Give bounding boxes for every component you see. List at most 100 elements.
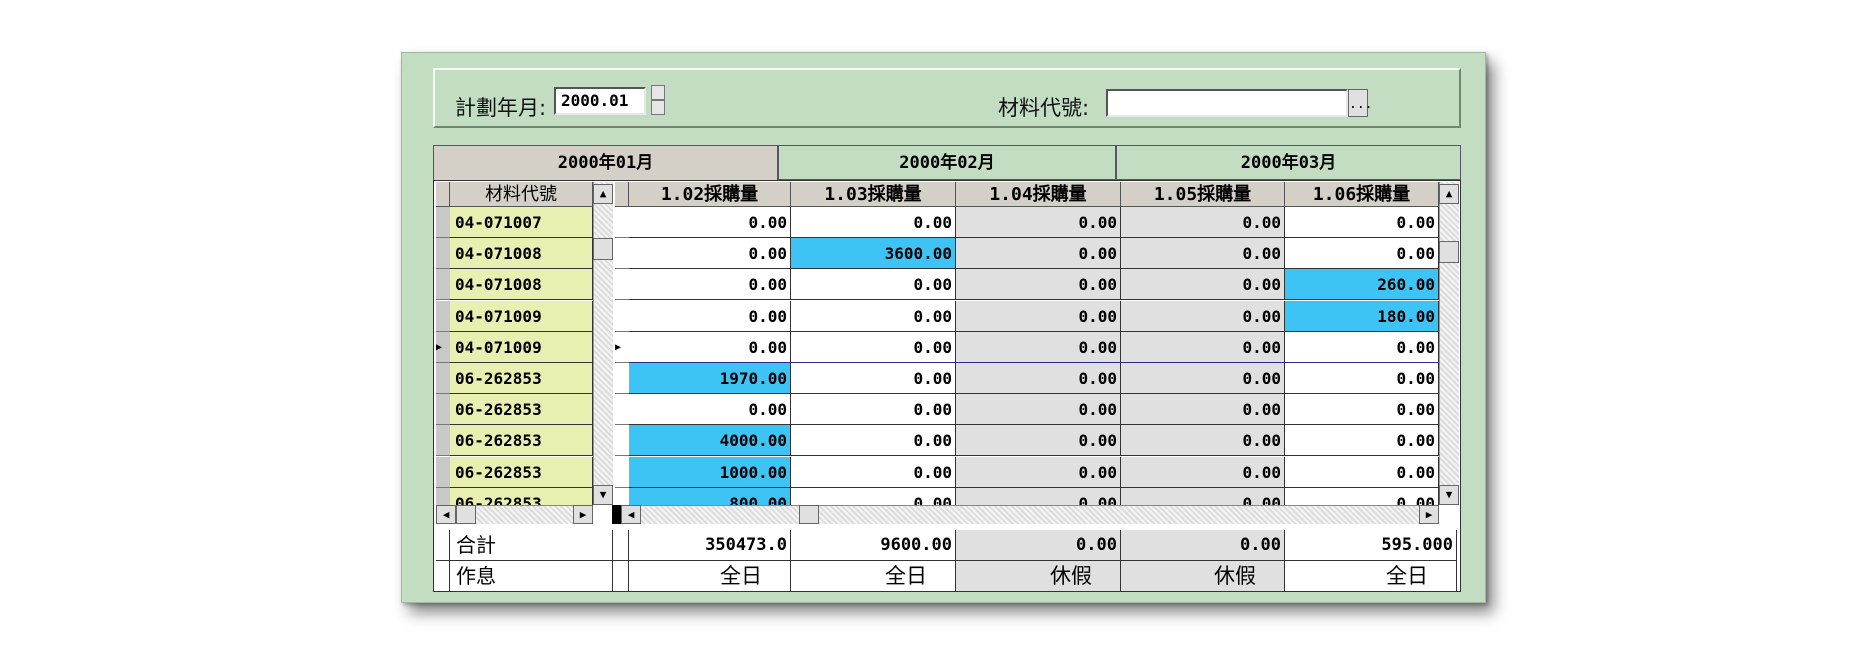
quantity-cell[interactable]: 0.00: [956, 457, 1121, 488]
right-horizontal-scrollbar[interactable]: [621, 505, 1439, 524]
totals-cell: 9600.00: [791, 530, 956, 561]
row-indicator[interactable]: [615, 301, 629, 332]
status-cell: 全日: [629, 561, 791, 592]
quantity-cell[interactable]: 0.00: [791, 425, 956, 456]
quantity-cell[interactable]: 0.00: [1285, 488, 1439, 505]
quantity-cell[interactable]: 0.00: [791, 269, 956, 300]
quantity-cell[interactable]: 0.00: [1285, 332, 1439, 363]
row-indicator[interactable]: [436, 363, 450, 394]
quantity-cell[interactable]: 0.00: [1285, 457, 1439, 488]
quantity-cell[interactable]: 0.00: [956, 301, 1121, 332]
totals-label: 合計: [450, 530, 613, 561]
footer-gap: [613, 561, 629, 592]
quantity-cell[interactable]: 0.00: [791, 207, 956, 238]
material-code-cell[interactable]: 06-262853: [450, 425, 593, 456]
quantity-cell[interactable]: 0.00: [791, 301, 956, 332]
quantity-cell[interactable]: 3600.00: [791, 238, 956, 269]
quantity-cell[interactable]: 0.00: [956, 207, 1121, 238]
status-label: 作息: [450, 561, 613, 592]
quantity-cell[interactable]: 0.00: [1285, 207, 1439, 238]
quantity-cell[interactable]: 0.00: [1121, 238, 1285, 269]
material-code-cell[interactable]: 04-071008: [450, 238, 593, 269]
row-indicator[interactable]: [615, 425, 629, 456]
quantity-cell[interactable]: 180.00: [1285, 301, 1439, 332]
row-indicator[interactable]: [436, 301, 450, 332]
scroll-right-icon[interactable]: ▶: [573, 505, 593, 524]
scroll-thumb[interactable]: [456, 505, 476, 524]
quantity-cell[interactable]: 0.00: [1121, 332, 1285, 363]
quantity-cell[interactable]: 260.00: [1285, 269, 1439, 300]
quantity-cell[interactable]: 0.00: [629, 269, 791, 300]
scroll-thumb[interactable]: [799, 505, 819, 524]
row-indicator[interactable]: [615, 269, 629, 300]
row-indicator[interactable]: [615, 394, 629, 425]
quantity-cell[interactable]: 0.00: [1121, 301, 1285, 332]
quantity-cell[interactable]: 0.00: [791, 332, 956, 363]
row-indicator[interactable]: [436, 425, 450, 456]
quantity-cell[interactable]: 0.00: [956, 269, 1121, 300]
material-code-cell[interactable]: 06-262853: [450, 488, 593, 505]
quantity-cell[interactable]: 0.00: [956, 332, 1121, 363]
row-indicator[interactable]: [436, 488, 450, 505]
row-indicator[interactable]: ▶: [615, 332, 629, 363]
quantity-cell[interactable]: 0.00: [1285, 394, 1439, 425]
row-indicator[interactable]: [615, 238, 629, 269]
footer-gutter: [436, 530, 450, 561]
quantity-cell[interactable]: 1970.00: [629, 363, 791, 394]
row-indicator[interactable]: [615, 488, 629, 505]
quantity-cell[interactable]: 0.00: [629, 207, 791, 238]
row-indicator[interactable]: [436, 394, 450, 425]
quantity-cell[interactable]: 0.00: [1121, 457, 1285, 488]
quantity-cell[interactable]: 0.00: [1285, 425, 1439, 456]
quantity-cell[interactable]: 0.00: [791, 394, 956, 425]
quantity-cell[interactable]: 0.00: [629, 332, 791, 363]
quantity-cell[interactable]: 0.00: [629, 301, 791, 332]
totals-cell: 0.00: [956, 530, 1121, 561]
quantity-cell[interactable]: 0.00: [956, 363, 1121, 394]
quantity-cell[interactable]: 0.00: [956, 488, 1121, 505]
material-code-cell[interactable]: 06-262853: [450, 457, 593, 488]
material-code-cell[interactable]: 06-262853: [450, 394, 593, 425]
quantity-cell[interactable]: 0.00: [1285, 238, 1439, 269]
quantity-cell[interactable]: 0.00: [791, 457, 956, 488]
row-indicator[interactable]: [615, 457, 629, 488]
quantity-cell[interactable]: 0.00: [956, 425, 1121, 456]
row-indicator[interactable]: [615, 363, 629, 394]
quantity-cell[interactable]: 0.00: [791, 488, 956, 505]
quantity-cell[interactable]: 0.00: [629, 394, 791, 425]
grid-rows: 04-071007 0.00 0.00 0.00 0.00 0.00 04-071008 0.…: [0, 0, 1850, 505]
quantity-cell[interactable]: 4000.00: [629, 425, 791, 456]
quantity-cell[interactable]: 0.00: [956, 238, 1121, 269]
material-code-cell[interactable]: 04-071009: [450, 301, 593, 332]
quantity-cell[interactable]: 0.00: [791, 363, 956, 394]
row-indicator[interactable]: [615, 207, 629, 238]
quantity-cell[interactable]: 0.00: [1121, 269, 1285, 300]
quantity-cell[interactable]: 0.00: [1121, 207, 1285, 238]
splitter-handle[interactable]: [612, 505, 621, 524]
scroll-left-icon[interactable]: ◀: [621, 505, 641, 524]
quantity-cell[interactable]: 0.00: [956, 394, 1121, 425]
quantity-cell[interactable]: 1000.00: [629, 457, 791, 488]
footer-gutter: [436, 561, 450, 592]
row-indicator[interactable]: [436, 238, 450, 269]
row-indicator[interactable]: ▶: [436, 332, 450, 363]
quantity-cell[interactable]: 0.00: [629, 238, 791, 269]
scroll-left-icon[interactable]: ◀: [436, 505, 456, 524]
quantity-cell[interactable]: 0.00: [1285, 363, 1439, 394]
row-indicator[interactable]: [436, 269, 450, 300]
quantity-cell[interactable]: 800.00: [629, 488, 791, 505]
footer-gap: [613, 530, 629, 561]
totals-cell: 0.00: [1121, 530, 1285, 561]
quantity-cell[interactable]: 0.00: [1121, 488, 1285, 505]
row-indicator[interactable]: [436, 457, 450, 488]
scroll-right-icon[interactable]: ▶: [1419, 505, 1439, 524]
material-code-cell[interactable]: 04-071007: [450, 207, 593, 238]
material-code-cell[interactable]: 06-262853: [450, 363, 593, 394]
quantity-cell[interactable]: 0.00: [1121, 425, 1285, 456]
row-indicator[interactable]: [436, 207, 450, 238]
status-cell: 休假: [1121, 561, 1285, 592]
quantity-cell[interactable]: 0.00: [1121, 394, 1285, 425]
quantity-cell[interactable]: 0.00: [1121, 363, 1285, 394]
material-code-cell[interactable]: 04-071009: [450, 332, 593, 363]
material-code-cell[interactable]: 04-071008: [450, 269, 593, 300]
